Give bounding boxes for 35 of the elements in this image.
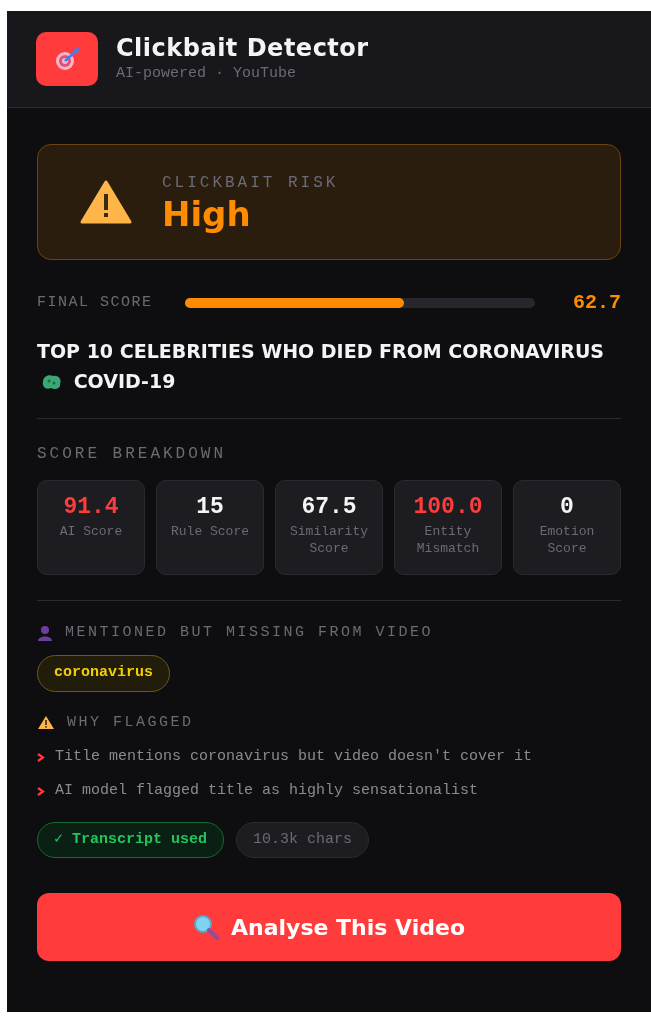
- app-subtitle: AI-powered · YouTube: [116, 63, 298, 84]
- video-title: COVID-19: [73, 370, 176, 392]
- score-value: 100.0: [413, 493, 483, 521]
- section-heading: SCORE BREAKDOWN: [37, 444, 228, 465]
- warning-icon: [37, 715, 55, 731]
- score-label: Emotion Score: [538, 523, 596, 557]
- risk-label: CLICKBAIT RISK: [162, 173, 339, 194]
- risk-level: High: [162, 195, 252, 233]
- score-value: 0: [560, 493, 574, 521]
- score-label: AI Score: [58, 523, 124, 540]
- chevron-icon: [37, 787, 45, 796]
- app-title: Clickbait Detector: [116, 32, 369, 63]
- flag-reason: Title mentions coronavirus but video doesn't cover it: [55, 747, 533, 767]
- transcript-badge: ✓ Transcript used: [37, 822, 225, 858]
- person-icon: [37, 625, 53, 642]
- score-value: 67.5: [301, 493, 357, 521]
- score-label: Entity Mismatch: [415, 523, 481, 557]
- search-icon: [193, 914, 219, 940]
- warning-icon: [80, 180, 132, 224]
- final-score-value: 62.7: [573, 290, 621, 316]
- chevron-icon: [37, 753, 45, 762]
- dart-target-icon: [53, 45, 81, 73]
- virus-icon: [41, 373, 63, 391]
- section-heading: WHY FLAGGED: [67, 712, 194, 733]
- char-count-badge: 10.3k chars: [236, 822, 370, 858]
- analyse-button[interactable]: Analyse This Video: [37, 893, 621, 961]
- flag-reason: AI model flagged title as highly sensationalist: [55, 781, 479, 801]
- score-value: 15: [196, 493, 224, 521]
- score-label: Similarity Score: [289, 523, 369, 557]
- section-heading: MENTIONED BUT MISSING FROM VIDEO: [65, 623, 434, 643]
- score-value: 91.4: [63, 493, 119, 521]
- final-score-label: FINAL SCORE: [37, 292, 154, 313]
- score-label: Rule Score: [170, 523, 250, 540]
- video-title: TOP 10 CELEBRITIES WHO DIED FROM CORONAVIRUS: [37, 340, 605, 362]
- entity-tag: coronavirus: [37, 654, 171, 692]
